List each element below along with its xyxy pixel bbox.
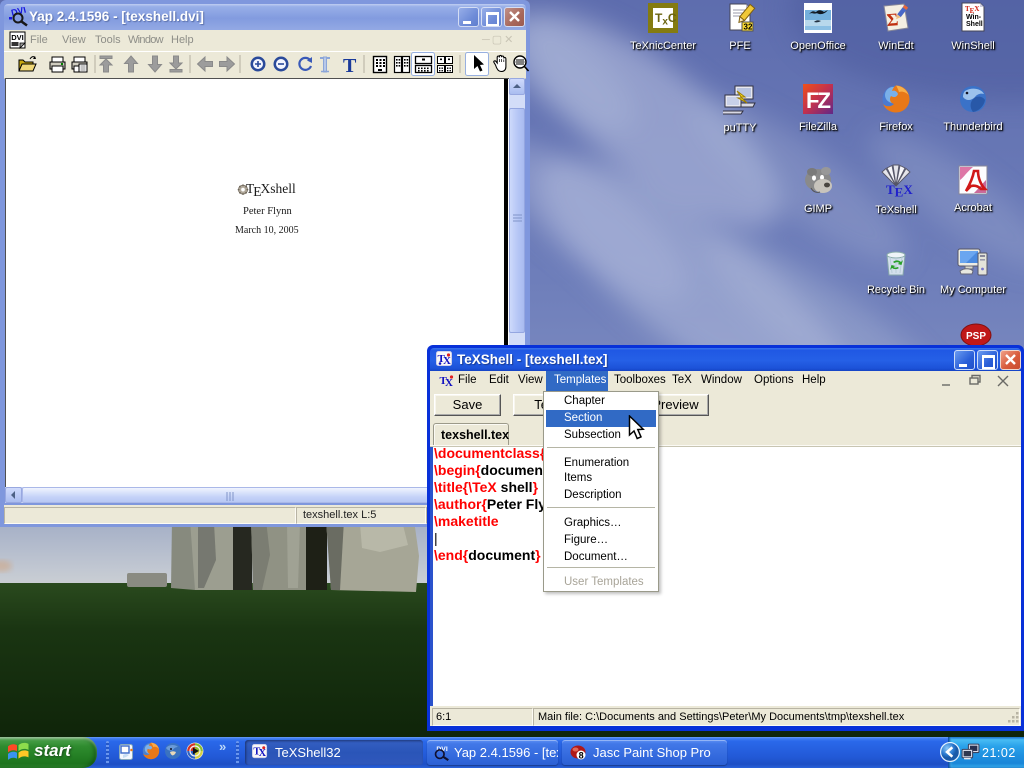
svg-text:32: 32	[744, 23, 753, 32]
svg-text:Win-: Win-	[966, 14, 982, 21]
svg-text:TEX: TEX	[886, 182, 913, 198]
svg-text:Σ: Σ	[886, 9, 899, 30]
svg-text:X: X	[443, 355, 451, 367]
svg-text:T: T	[343, 55, 357, 77]
svg-text:X: X	[259, 748, 267, 759]
svg-text:DVI: DVI	[436, 746, 447, 753]
svg-text:Shell: Shell	[966, 21, 983, 28]
svg-text:PSP: PSP	[966, 331, 986, 342]
svg-text:8: 8	[579, 751, 584, 761]
svg-text:X: X	[445, 377, 453, 389]
svg-text:FZ: FZ	[806, 88, 830, 113]
svg-text:DVI: DVI	[11, 33, 24, 42]
svg-text:DVI: DVI	[10, 7, 27, 18]
